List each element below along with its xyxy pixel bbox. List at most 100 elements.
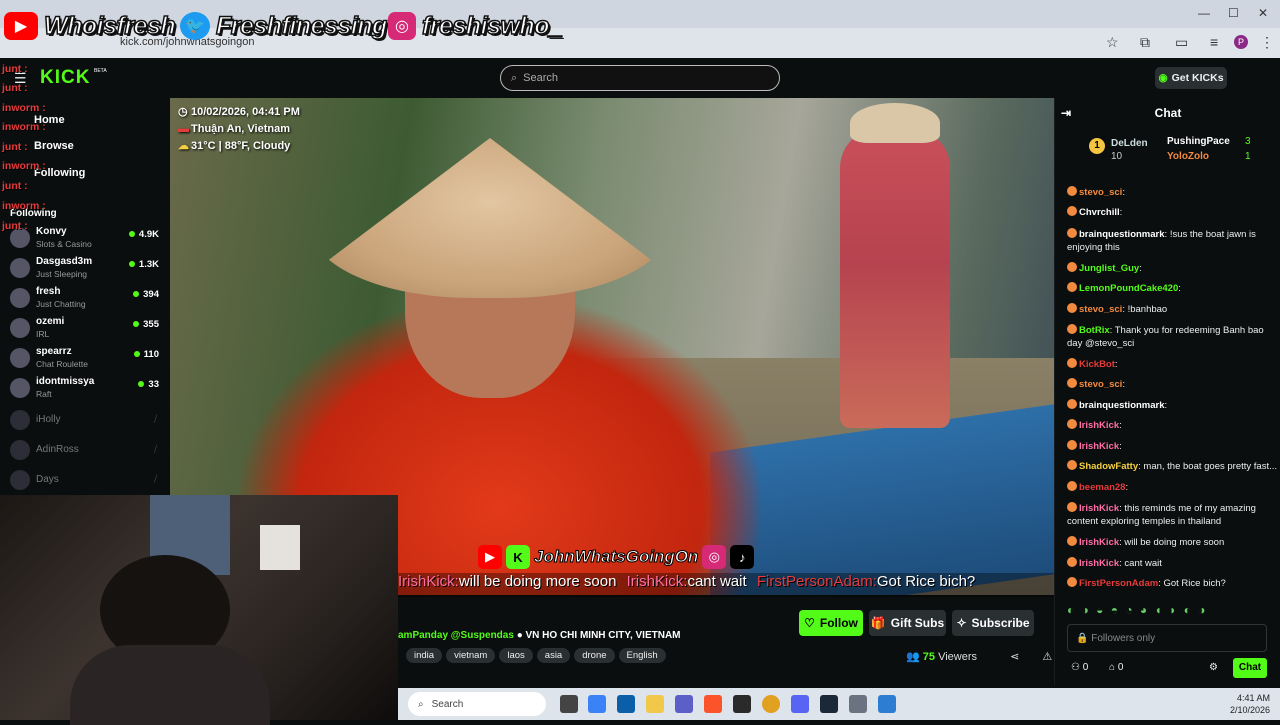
chat-username[interactable]: stevo_sci [1079,304,1122,315]
chat-colon: : [1119,207,1123,218]
sidebar-channel[interactable]: iHolly ⧸ [10,408,165,436]
chat-colon: : [1119,441,1122,452]
cast-icon[interactable]: ▭ [1175,34,1188,51]
sidebar-channel[interactable]: idontmissya Raft 33 [10,376,165,404]
chat-username[interactable]: IrishKick [1079,558,1119,569]
nav-browse[interactable]: Browse [34,140,74,152]
sidebar-channel[interactable]: Konvy Slots & Casino 4.9K [10,226,165,254]
chat-panel: ⇥ Chat 1 DeLden 10 PushingPace 3 YoloZol… [1054,98,1280,685]
kicks-count: 0 [1082,662,1089,673]
chat-username[interactable]: BotRix [1079,325,1110,336]
menu-kebab-icon[interactable]: ⋮ [1260,34,1274,51]
copilot-icon[interactable] [588,695,606,713]
channel-name: Days [36,474,59,485]
stream-tag[interactable]: laos [499,648,533,663]
channel-category: IRL [36,329,50,339]
chat-message: brainquestionmark: [1067,399,1277,412]
channel-name: fresh [36,286,61,297]
avatar [10,318,30,338]
minimize-button[interactable]: — [1198,6,1210,20]
chat-username[interactable]: Chvrchill [1079,207,1120,218]
chat-username[interactable]: LemonPoundCake420 [1079,283,1178,294]
gifter-name: YoloZolo [1167,151,1210,162]
chat-username[interactable]: IrishKick [1079,537,1119,548]
stream-tag[interactable]: asia [536,648,571,663]
follow-button[interactable]: ♡ Follow [799,610,863,636]
chat-username[interactable]: IrishKick [1079,420,1119,431]
channel-name: ozemi [36,316,65,327]
taskbar-search[interactable]: ⌕ Search [408,692,546,716]
chat-username[interactable]: ShadowFatty [1079,461,1138,472]
sidebar-channel[interactable]: AdinRoss ⧸ [10,438,165,466]
app-icon[interactable] [878,695,896,713]
stream-tag[interactable]: English [618,648,666,663]
app-icon[interactable] [733,695,751,713]
bookmark-star-icon[interactable]: ☆ [1106,34,1119,51]
viewers-number: 75 [922,651,936,663]
sidebar-channel[interactable]: fresh Just Chatting 394 [10,286,165,314]
steam-icon[interactable] [820,695,838,713]
chat-username[interactable]: KickBot [1079,359,1115,370]
search-icon: ⌕ [511,71,518,84]
search-input[interactable]: ⌕ Search [500,65,780,91]
users-icon: 👥 [906,651,920,663]
stream-tag[interactable]: drone [574,648,615,663]
chat-username[interactable]: stevo_sci [1079,187,1122,198]
kicks-icon[interactable]: ⚇ 0 [1071,662,1088,673]
file-explorer-icon[interactable] [646,695,664,713]
chat-username[interactable]: Junglist_Guy [1079,263,1139,274]
chat-username[interactable]: beeman28 [1079,482,1125,493]
stream-tag[interactable]: india [406,648,443,663]
chat-footer: ⚇ 0 ⌂ 0 ⚙ Chat [1055,658,1280,684]
channel-viewers: 394 [133,289,159,300]
chat-header: ⇥ Chat [1055,98,1280,128]
get-kicks-button[interactable]: ◉ Get KICKs [1155,67,1227,89]
report-icon[interactable]: ⚠ [1042,651,1052,663]
gift-label: Gift Subs [890,616,945,630]
settings-icon[interactable] [849,695,867,713]
collapse-chat-icon[interactable]: ⇥ [1061,98,1071,128]
twitter-icon: 🐦 [180,12,210,40]
chat-username[interactable]: IrishKick [1079,503,1119,514]
gift-icon[interactable]: ⌂ 0 [1109,662,1123,673]
gift-subs-button[interactable]: 🎁 Gift Subs [869,610,946,636]
sidebar-channel[interactable]: ozemi IRL 355 [10,316,165,344]
channel-category: Just Sleeping [36,269,88,279]
top-gifters: 1 DeLden 10 PushingPace 3 YoloZolo 1 [1055,132,1280,170]
settings-gear-icon[interactable]: ⚙ [1209,662,1218,673]
maximize-button[interactable]: ☐ [1228,6,1239,20]
extensions-icon[interactable]: ⧉ [1140,34,1150,51]
task-view-icon[interactable] [560,695,578,713]
sidebar-channel[interactable]: spearrz Chat Roulette 110 [10,346,165,374]
channel-category: Raft [36,389,52,399]
chat-input[interactable]: 🔒 Followers only [1067,624,1267,652]
chat-username[interactable]: brainquestionmark [1079,400,1165,411]
store-icon[interactable] [617,695,635,713]
avatar [10,440,30,460]
taskbar-clock[interactable]: 4:41 AM 2/10/2026 [1230,692,1270,716]
chat-username[interactable]: FirstPersonAdam [1079,578,1158,589]
send-chat-button[interactable]: Chat [1233,658,1267,678]
chat-username[interactable]: brainquestionmark [1079,229,1165,240]
stream-tag[interactable]: vietnam [446,648,496,663]
user-badge-icon [1067,282,1077,292]
chat-text: !banhbao [1127,304,1168,315]
chrome-icon[interactable] [762,695,780,713]
brave-icon[interactable] [704,695,722,713]
teams-icon[interactable] [675,695,693,713]
chat-username[interactable]: stevo_sci [1079,379,1122,390]
sidebar-channel[interactable]: Days ⧸ [10,468,165,496]
sidebar-channel[interactable]: Dasgasd3m Just Sleeping 1.3K [10,256,165,284]
chat-message: beeman28: [1067,481,1277,494]
media-icon[interactable]: ≡ [1210,34,1218,50]
gifter-count: 1 [1245,151,1251,162]
chat-username[interactable]: IrishKick [1079,441,1119,452]
ticker-msg: will be doing more soon [458,573,617,590]
share-icon[interactable]: ⋖ [1010,651,1019,663]
subscribe-button[interactable]: ✧ Subscribe [952,610,1034,636]
channel-name: AdinRoss [36,444,79,455]
discord-icon[interactable] [791,695,809,713]
kick-logo[interactable]: KICK [40,67,90,89]
profile-avatar[interactable]: P [1234,35,1248,49]
close-button[interactable]: ✕ [1258,6,1268,20]
